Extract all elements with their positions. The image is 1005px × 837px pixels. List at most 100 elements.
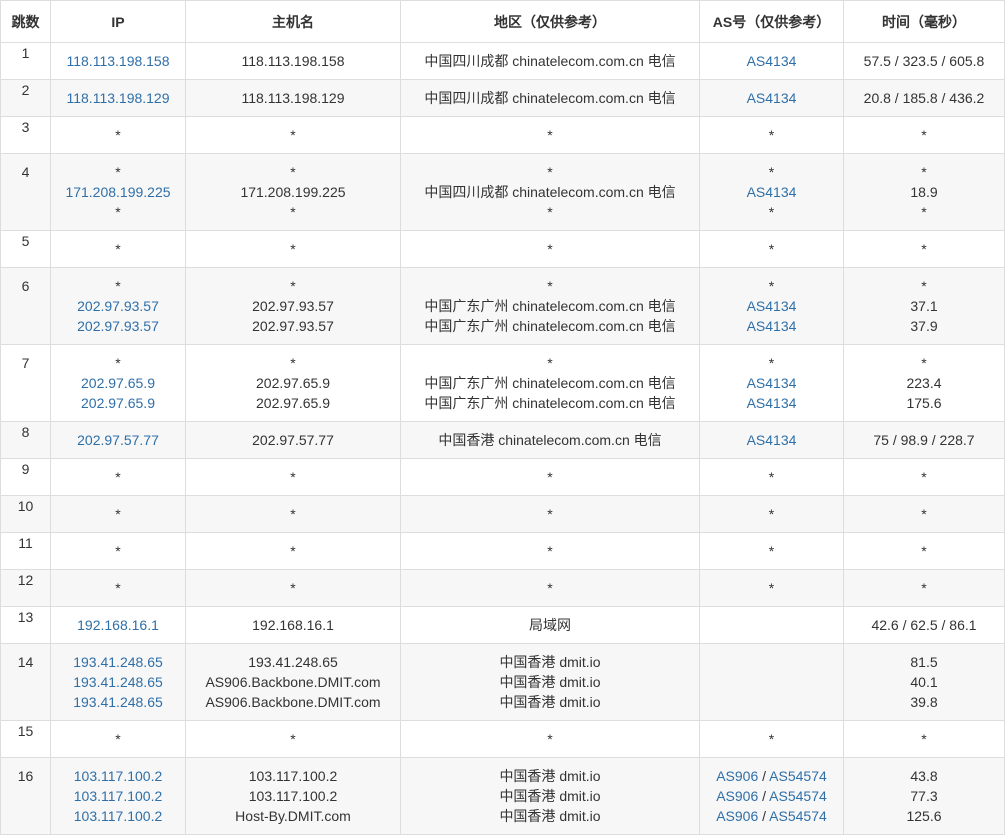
ip-link[interactable]: 103.117.100.2 xyxy=(74,808,163,824)
header-ip: IP xyxy=(50,0,186,43)
as-line: * xyxy=(700,125,843,145)
ip-link[interactable]: 103.117.100.2 xyxy=(74,768,163,784)
time-text: 57.5 / 323.5 / 605.8 xyxy=(863,53,985,69)
as-line: AS4134 xyxy=(700,316,843,336)
as-timeout: * xyxy=(768,469,775,485)
as-link[interactable]: AS4134 xyxy=(747,375,797,391)
hostname-text: * xyxy=(290,241,296,257)
as-link[interactable]: AS4134 xyxy=(747,184,797,200)
time-text: * xyxy=(921,731,927,747)
ip-link[interactable]: 202.97.65.9 xyxy=(81,395,155,411)
hostname-text: * xyxy=(290,506,296,522)
as-link[interactable]: AS4134 xyxy=(747,53,797,69)
hostname-text: * xyxy=(290,469,296,485)
ip-link[interactable]: 193.41.248.65 xyxy=(73,674,163,690)
ip-link[interactable]: 202.97.57.77 xyxy=(77,432,159,448)
time-text: * xyxy=(921,127,927,143)
hop-number: 9 xyxy=(21,461,30,477)
as-cell: AS906 / AS54574 AS906 / AS54574 AS906 / AS… xyxy=(699,757,844,835)
as-link[interactable]: AS54574 xyxy=(769,768,827,784)
time-cell: 42.6 / 62.5 / 86.1 xyxy=(843,606,1005,644)
as-line: * xyxy=(700,239,843,259)
time-cell: * xyxy=(843,495,1005,533)
ip-link[interactable]: 171.208.199.225 xyxy=(65,184,170,200)
hostname-text: 103.117.100.2 xyxy=(248,768,338,784)
time-cell: * xyxy=(843,458,1005,496)
as-timeout: * xyxy=(768,580,775,596)
hop-cell: 10 xyxy=(0,495,51,533)
as-link[interactable]: AS4134 xyxy=(747,432,797,448)
ip-cell: * 202.97.93.57 202.97.93.57 xyxy=(50,267,186,345)
time-text: 42.6 / 62.5 / 86.1 xyxy=(871,617,977,633)
as-link[interactable]: AS4134 xyxy=(747,395,797,411)
as-timeout: * xyxy=(768,731,775,747)
ip-link[interactable]: 193.41.248.65 xyxy=(73,694,163,710)
hop-cell: 3 xyxy=(0,116,51,154)
ip-line: * xyxy=(51,239,185,259)
as-timeout: * xyxy=(768,164,775,180)
hop-cell: 1 xyxy=(0,42,51,80)
as-line: * xyxy=(700,541,843,561)
ip-cell: * xyxy=(50,458,186,496)
region-text: 中国广东广州 chinatelecom.com.cn 电信 xyxy=(424,298,676,314)
ip-cell: * 202.97.65.9 202.97.65.9 xyxy=(50,344,186,422)
time-cell: * 223.4 175.6 xyxy=(843,344,1005,422)
region-text: 中国香港 dmit.io xyxy=(499,674,601,690)
region-cell: 中国香港 dmit.io 中国香港 dmit.io 中国香港 dmit.io xyxy=(400,643,700,721)
traceroute-table: 跳数 IP 主机名 地区（仅供参考） AS号（仅供参考） 时间（毫秒） 1 118… xyxy=(0,0,1005,835)
ip-line: * xyxy=(51,504,185,524)
as-cell: * AS4134 * xyxy=(699,153,844,231)
table-row: 16 103.117.100.2 103.117.100.2 103.117.100.… xyxy=(0,757,1005,835)
ip-link[interactable]: 118.113.198.158 xyxy=(66,53,169,69)
as-cell: * xyxy=(699,569,844,607)
as-link[interactable]: AS54574 xyxy=(769,788,827,804)
as-link[interactable]: AS906 xyxy=(716,768,758,784)
as-separator: / xyxy=(758,768,770,784)
time-text: * xyxy=(921,278,927,294)
region-text: 中国香港 dmit.io xyxy=(499,788,601,804)
hostname-cell: * xyxy=(185,116,401,154)
as-link[interactable]: AS54574 xyxy=(769,808,827,824)
ip-line: 118.113.198.158 xyxy=(51,51,185,71)
hostname-cell: 118.113.198.129 xyxy=(185,79,401,117)
region-text: 中国四川成都 chinatelecom.com.cn 电信 xyxy=(424,184,676,200)
hostname-text: Host-By.DMIT.com xyxy=(235,808,351,824)
ip-link[interactable]: 202.97.65.9 xyxy=(81,375,155,391)
ip-cell: 103.117.100.2 103.117.100.2 103.117.100.2 xyxy=(50,757,186,835)
as-link[interactable]: AS4134 xyxy=(747,318,797,334)
ip-link[interactable]: 193.41.248.65 xyxy=(73,654,163,670)
region-text: 中国香港 dmit.io xyxy=(499,694,601,710)
ip-line: 193.41.248.65 xyxy=(51,692,185,712)
ip-link[interactable]: 192.168.16.1 xyxy=(77,617,159,633)
as-line: AS4134 xyxy=(700,88,843,108)
as-separator: / xyxy=(758,808,770,824)
as-line: AS4134 xyxy=(700,182,843,202)
hostname-cell: 192.168.16.1 xyxy=(185,606,401,644)
ip-line: 202.97.65.9 xyxy=(51,373,185,393)
hostname-cell: * 202.97.65.9 202.97.65.9 xyxy=(185,344,401,422)
region-text: * xyxy=(547,580,553,596)
ip-link[interactable]: 202.97.93.57 xyxy=(77,318,159,334)
region-cell: * xyxy=(400,495,700,533)
hop-number: 2 xyxy=(21,82,30,98)
time-text: 37.1 xyxy=(910,298,938,314)
hop-cell: 15 xyxy=(0,720,51,758)
as-line: AS906 / AS54574 xyxy=(700,786,843,806)
as-link[interactable]: AS4134 xyxy=(747,298,797,314)
as-link[interactable]: AS4134 xyxy=(747,90,797,106)
hostname-cell: * 171.208.199.225 * xyxy=(185,153,401,231)
region-text: * xyxy=(547,543,553,559)
ip-link[interactable]: 202.97.93.57 xyxy=(77,298,159,314)
region-cell: * 中国广东广州 chinatelecom.com.cn 电信 中国广东广州 chi… xyxy=(400,344,700,422)
as-link[interactable]: AS906 xyxy=(716,808,758,824)
time-text: 20.8 / 185.8 / 436.2 xyxy=(863,90,985,106)
as-link[interactable]: AS906 xyxy=(716,788,758,804)
ip-line: * xyxy=(51,353,185,373)
ip-cell: 118.113.198.158 xyxy=(50,42,186,80)
ip-line: * xyxy=(51,276,185,296)
region-text: * xyxy=(547,241,553,257)
ip-link[interactable]: 103.117.100.2 xyxy=(74,788,163,804)
ip-timeout: * xyxy=(115,355,121,371)
ip-link[interactable]: 118.113.198.129 xyxy=(66,90,169,106)
region-cell: 中国香港 chinatelecom.com.cn 电信 xyxy=(400,421,700,459)
